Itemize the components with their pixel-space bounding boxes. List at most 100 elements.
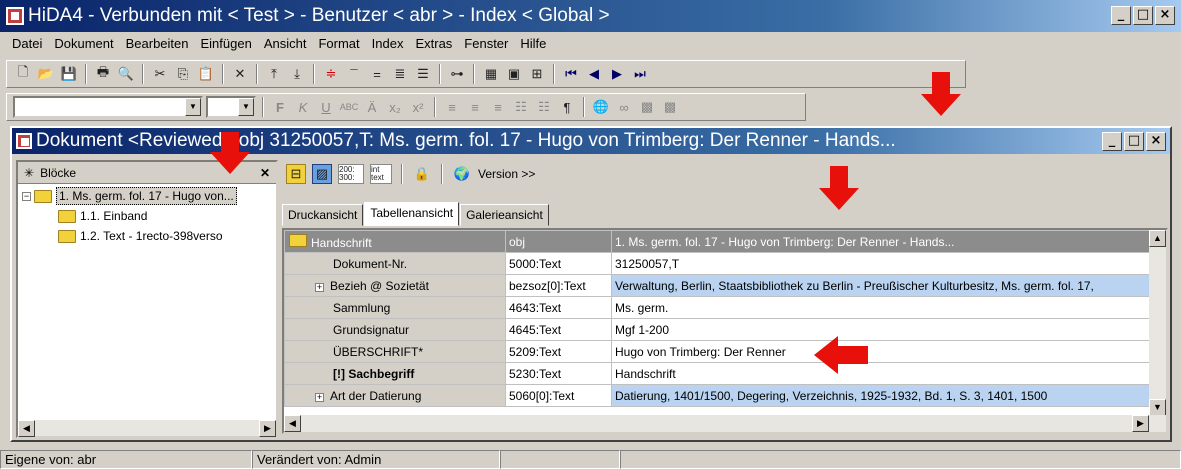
case-icon[interactable]: Ä	[362, 97, 382, 117]
style-combo[interactable]: ▼	[13, 96, 203, 118]
image-icon[interactable]: ▨	[312, 164, 332, 184]
tree-item-root[interactable]: − 1. Ms. germ. fol. 17 - Hugo von...	[22, 186, 272, 206]
cut-icon[interactable]: ✂	[150, 64, 170, 84]
align-bottom-icon[interactable]: ≣	[390, 64, 410, 84]
list-icon[interactable]: ☰	[413, 64, 433, 84]
copy-icon[interactable]: ⎘	[173, 64, 193, 84]
previous-record-icon[interactable]: ◀	[584, 64, 604, 84]
scroll-down-icon[interactable]: ▼	[1149, 399, 1166, 416]
print-icon[interactable]: 🖶	[93, 64, 113, 84]
maximize-button[interactable]: □	[1133, 6, 1153, 25]
field-value[interactable]: Datierung, 1401/1500, Degering, Verzeich…	[611, 384, 1150, 407]
header-cell-title[interactable]: 1. Ms. germ. fol. 17 - Hugo von Trimberg…	[611, 230, 1150, 253]
tab-galerieansicht[interactable]: Galerieansicht	[460, 204, 549, 226]
table-vscrollbar[interactable]: ▲ ▼	[1149, 230, 1166, 416]
scroll-up-icon[interactable]: ▲	[1149, 230, 1166, 247]
open-folder-icon[interactable]: 📂	[36, 64, 56, 84]
strikethrough-icon[interactable]: ABC	[339, 97, 359, 117]
pin-icon[interactable]: ✳	[24, 166, 34, 180]
field-value[interactable]: Mgf 1-200	[611, 318, 1150, 341]
italic-icon[interactable]: K	[293, 97, 313, 117]
form-icon[interactable]: ▦	[481, 64, 501, 84]
tab-druckansicht[interactable]: Druckansicht	[282, 204, 364, 226]
save-icon[interactable]: 💾	[59, 64, 79, 84]
underline-icon[interactable]: U	[316, 97, 336, 117]
bullets-icon[interactable]: ☷	[511, 97, 531, 117]
menu-index[interactable]: Index	[366, 34, 410, 54]
new-document-icon[interactable]: 🗋	[13, 64, 33, 84]
menu-datei[interactable]: Datei	[6, 34, 48, 54]
table-row[interactable]: + Art der Datierung 5060[0]:Text Datierun…	[284, 384, 1150, 407]
expand-icon[interactable]: +	[315, 392, 324, 402]
link-icon[interactable]: ∞	[614, 97, 634, 117]
align-center-icon[interactable]: ≡	[465, 97, 485, 117]
doc-close-button[interactable]: ×	[1146, 132, 1166, 151]
paragraph-icon[interactable]: ¶	[557, 97, 577, 117]
tree-view-icon[interactable]: ⊟	[286, 164, 306, 184]
scroll-right-icon[interactable]: ▶	[259, 420, 276, 437]
size-combo[interactable]: ▼	[206, 96, 256, 118]
collapse-icon[interactable]: −	[22, 191, 31, 201]
blocks-hscrollbar[interactable]: ◀ ▶	[18, 419, 276, 437]
next-record-icon[interactable]: ▶	[607, 64, 627, 84]
version-button[interactable]: Version >>	[478, 167, 535, 181]
version-icon[interactable]: 🌍	[452, 164, 472, 184]
align-left-icon[interactable]: ≡	[442, 97, 462, 117]
minimize-button[interactable]: _	[1111, 6, 1131, 25]
menu-dokument[interactable]: Dokument	[48, 34, 119, 54]
import-icon[interactable]: ⤒	[264, 64, 284, 84]
table-row[interactable]: Sammlung 4643:Text Ms. germ.	[284, 296, 1150, 319]
tree-item-einband[interactable]: 1.1. Einband	[22, 206, 272, 226]
menu-extras[interactable]: Extras	[409, 34, 458, 54]
menu-einfuegen[interactable]: Einfügen	[195, 34, 258, 54]
table-hscrollbar[interactable]: ◀ ▶	[284, 415, 1166, 432]
network-icon[interactable]: ⊞	[527, 64, 547, 84]
query-icon[interactable]: ▣	[504, 64, 524, 84]
grid-icon-2[interactable]: ▩	[660, 97, 680, 117]
menu-hilfe[interactable]: Hilfe	[514, 34, 552, 54]
align-right-icon[interactable]: ≡	[488, 97, 508, 117]
tree-item-text[interactable]: 1.2. Text - 1recto-398verso	[22, 226, 272, 246]
menu-ansicht[interactable]: Ansicht	[258, 34, 313, 54]
table-row[interactable]: Dokument-Nr. 5000:Text 31250057,T	[284, 252, 1150, 275]
menu-fenster[interactable]: Fenster	[458, 34, 514, 54]
export-icon[interactable]: ⤓	[287, 64, 307, 84]
badge-int-icon[interactable]: int text	[370, 164, 392, 184]
close-button[interactable]: ×	[1155, 6, 1175, 25]
badge-200-icon[interactable]: 200: 300:	[338, 164, 364, 184]
table-row[interactable]: [!] Sachbegriff 5230:Text Handschrift	[284, 362, 1150, 385]
globe-link-icon[interactable]: 🌐	[591, 97, 611, 117]
grid-icon-1[interactable]: ▩	[637, 97, 657, 117]
expand-icon[interactable]: +	[315, 282, 324, 292]
last-record-icon[interactable]: ⏭	[630, 64, 650, 84]
table-row[interactable]: ÜBERSCHRIFT* 5209:Text Hugo von Trimberg…	[284, 340, 1150, 363]
header-cell-handschrift[interactable]: Handschrift	[284, 230, 506, 253]
scroll-right-icon[interactable]: ▶	[1132, 415, 1149, 432]
header-cell-obj[interactable]: obj	[505, 230, 612, 253]
field-value[interactable]: Verwaltung, Berlin, Staatsbibliothek zu …	[611, 274, 1150, 297]
close-panel-icon[interactable]: ✕	[260, 166, 270, 180]
lock-icon[interactable]: 🔒	[412, 164, 432, 184]
field-value[interactable]: 31250057,T	[611, 252, 1150, 275]
scroll-left-icon[interactable]: ◀	[18, 420, 35, 437]
table-row[interactable]: Grundsignatur 4645:Text Mgf 1-200	[284, 318, 1150, 341]
print-preview-icon[interactable]: 🔍	[116, 64, 136, 84]
superscript-icon[interactable]: x²	[408, 97, 428, 117]
menu-bearbeiten[interactable]: Bearbeiten	[120, 34, 195, 54]
insert-row-icon[interactable]: ≑	[321, 64, 341, 84]
first-record-icon[interactable]: ⏮	[561, 64, 581, 84]
tab-tabellenansicht[interactable]: Tabellenansicht	[364, 202, 460, 226]
align-top-icon[interactable]: ¯	[344, 64, 364, 84]
scroll-left-icon[interactable]: ◀	[284, 415, 301, 432]
doc-minimize-button[interactable]: _	[1102, 132, 1122, 151]
hierarchy-icon[interactable]: ⊶	[447, 64, 467, 84]
field-value[interactable]: Handschrift	[611, 362, 1150, 385]
table-row[interactable]: + Bezieh @ Sozietät bezsoz[0]:Text Verwal…	[284, 274, 1150, 297]
align-middle-icon[interactable]: =	[367, 64, 387, 84]
field-value[interactable]: Ms. germ.	[611, 296, 1150, 319]
bold-icon[interactable]: F	[270, 97, 290, 117]
paste-icon[interactable]: 📋	[196, 64, 216, 84]
doc-maximize-button[interactable]: □	[1124, 132, 1144, 151]
subscript-icon[interactable]: x₂	[385, 97, 405, 117]
menu-format[interactable]: Format	[312, 34, 365, 54]
